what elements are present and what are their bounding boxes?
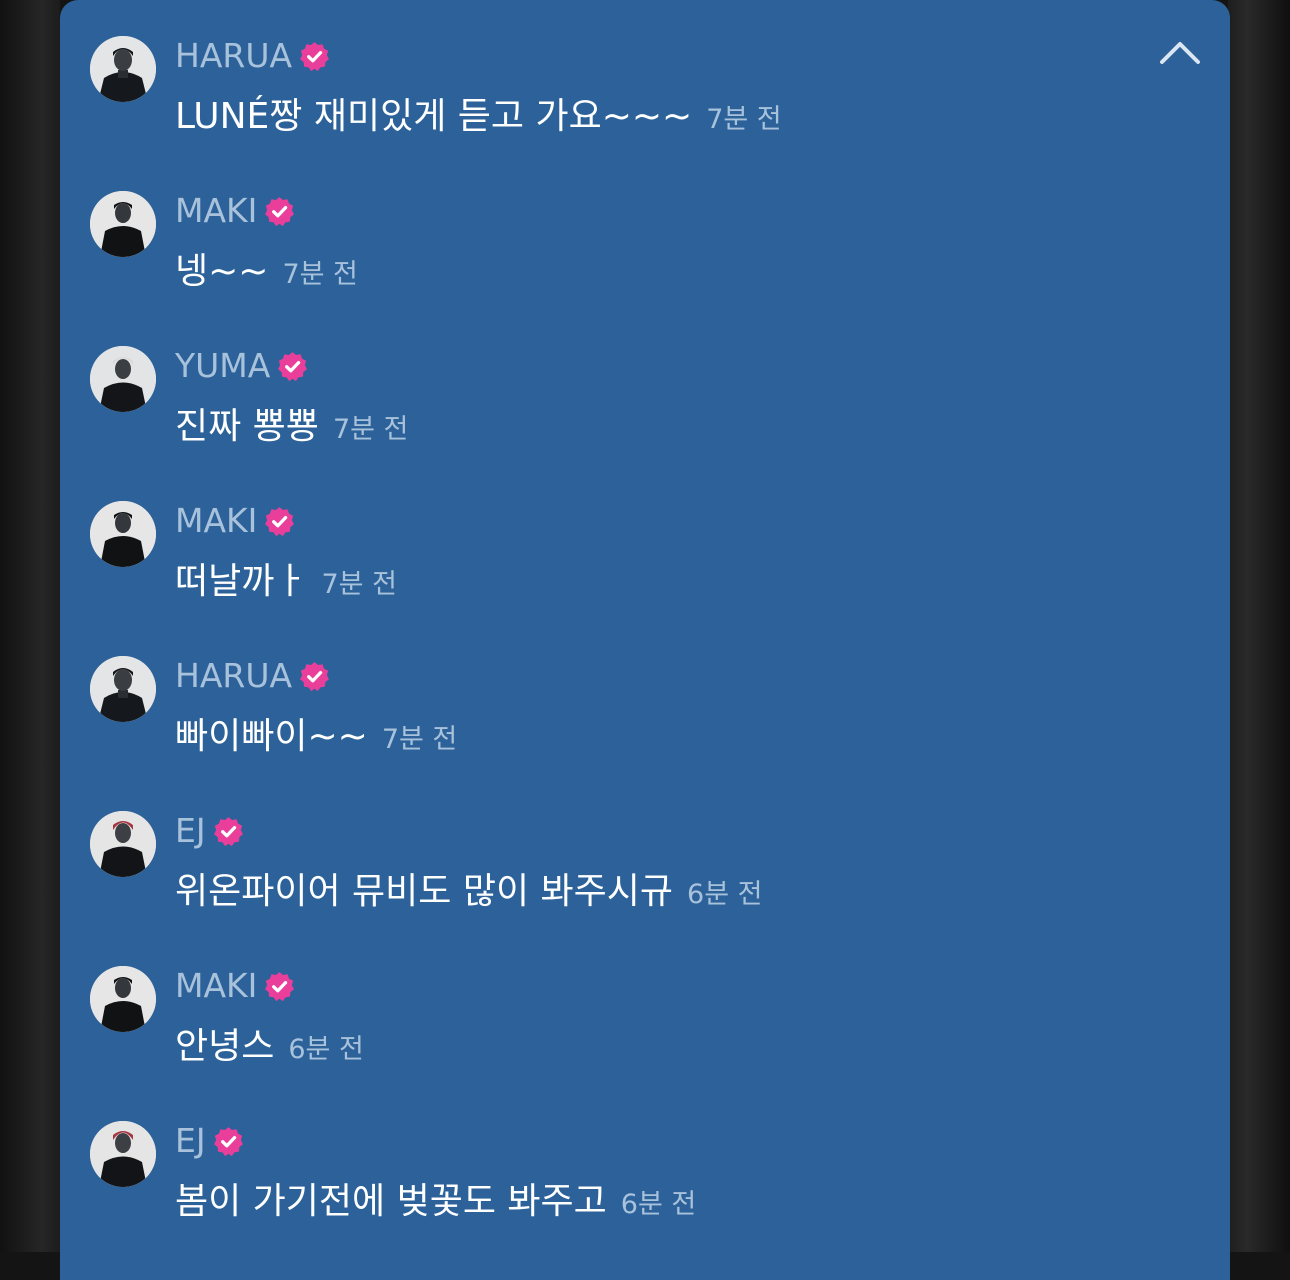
verified-badge-icon	[213, 816, 243, 846]
message-text: 넹~~	[175, 251, 269, 292]
avatar[interactable]	[90, 966, 156, 1032]
message-timestamp: 7분 전	[332, 414, 409, 445]
message-timestamp: 7분 전	[282, 259, 358, 290]
chat-message: HARUA 빠이빠이~~ 7분 전	[90, 656, 1180, 786]
message-timestamp: 7분 전	[381, 724, 458, 755]
verified-badge-icon	[213, 1126, 243, 1156]
author-name[interactable]: MAKI	[175, 966, 257, 1006]
author-name[interactable]: YUMA	[175, 346, 270, 386]
avatar[interactable]	[90, 1121, 156, 1187]
message-text: 봄이 가기전에 벚꽃도 봐주고	[175, 1181, 607, 1222]
message-timestamp: 7분 전	[706, 104, 782, 135]
verified-badge-icon	[265, 971, 295, 1001]
author-name[interactable]: MAKI	[175, 501, 257, 541]
message-text: LUNÉ짱 재미있게 듣고 가요~~~	[175, 96, 693, 137]
verified-badge-icon	[265, 506, 295, 536]
avatar[interactable]	[90, 656, 156, 722]
verified-badge-icon	[278, 351, 308, 381]
message-text: 위온파이어 뮤비도 많이 봐주시규	[175, 871, 674, 912]
chat-message: EJ 위온파이어 뮤비도 많이 봐주시규 6분 전	[90, 811, 1180, 941]
message-text: 진짜 뿅뿅	[175, 406, 319, 447]
chat-message: MAKI 넹~~ 7분 전	[90, 191, 1180, 321]
message-timestamp: 6분 전	[288, 1034, 364, 1065]
author-name[interactable]: EJ	[175, 811, 206, 851]
avatar[interactable]	[90, 36, 156, 102]
message-text: 빠이빠이~~	[175, 716, 368, 757]
chat-message: HARUA LUNÉ짱 재미있게 듣고 가요~~~ 7분 전	[90, 36, 1180, 166]
chat-message: YUMA 진짜 뿅뿅 7분 전	[90, 346, 1180, 476]
chat-panel: HARUA LUNÉ짱 재미있게 듣고 가요~~~ 7분 전 MAKI 넹~~ …	[60, 0, 1230, 1280]
background-left	[0, 0, 60, 1252]
chat-message: MAKI 떠날까ㅏ 7분 전	[90, 501, 1180, 631]
verified-badge-icon	[300, 661, 329, 691]
message-timestamp: 7분 전	[321, 569, 397, 600]
message-text: 떠날까ㅏ	[175, 561, 308, 602]
avatar[interactable]	[90, 346, 156, 412]
avatar[interactable]	[90, 811, 156, 877]
author-name[interactable]: EJ	[175, 1121, 206, 1161]
chat-message: MAKI 안녕스 6분 전	[90, 966, 1180, 1096]
author-name[interactable]: HARUA	[175, 36, 292, 76]
verified-badge-icon	[265, 196, 295, 226]
message-text: 안녕스	[175, 1026, 275, 1067]
author-name[interactable]: MAKI	[175, 191, 257, 231]
message-timestamp: 6분 전	[687, 879, 763, 910]
background-right	[1228, 0, 1290, 1252]
chat-message: EJ 봄이 가기전에 벚꽃도 봐주고 6분 전	[90, 1121, 1180, 1251]
avatar[interactable]	[90, 501, 156, 567]
verified-badge-icon	[300, 41, 329, 71]
message-timestamp: 6분 전	[620, 1189, 697, 1220]
avatar[interactable]	[90, 191, 156, 257]
author-name[interactable]: HARUA	[175, 656, 292, 696]
